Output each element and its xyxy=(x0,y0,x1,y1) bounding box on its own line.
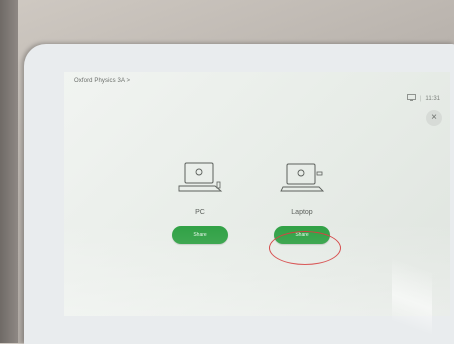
device-pc: PC Share xyxy=(160,160,240,244)
screen-share-icon xyxy=(406,94,416,103)
close-icon: × xyxy=(431,112,437,123)
device-label-laptop: Laptop xyxy=(291,209,313,216)
status-bar: | 11:31 xyxy=(406,94,440,103)
light-reflection xyxy=(392,250,432,343)
clock: 11:31 xyxy=(425,95,440,102)
background-wall xyxy=(0,0,18,343)
status-divider: | xyxy=(419,95,422,102)
pc-monitor-icon xyxy=(160,160,240,201)
laptop-icon xyxy=(262,160,342,201)
device-label-pc: PC xyxy=(195,209,205,216)
room-name[interactable]: Oxford Physics 3A > xyxy=(74,78,130,84)
highlight-annotation xyxy=(269,231,341,265)
share-button-pc[interactable]: Share xyxy=(172,226,228,244)
close-button[interactable]: × xyxy=(426,110,442,126)
